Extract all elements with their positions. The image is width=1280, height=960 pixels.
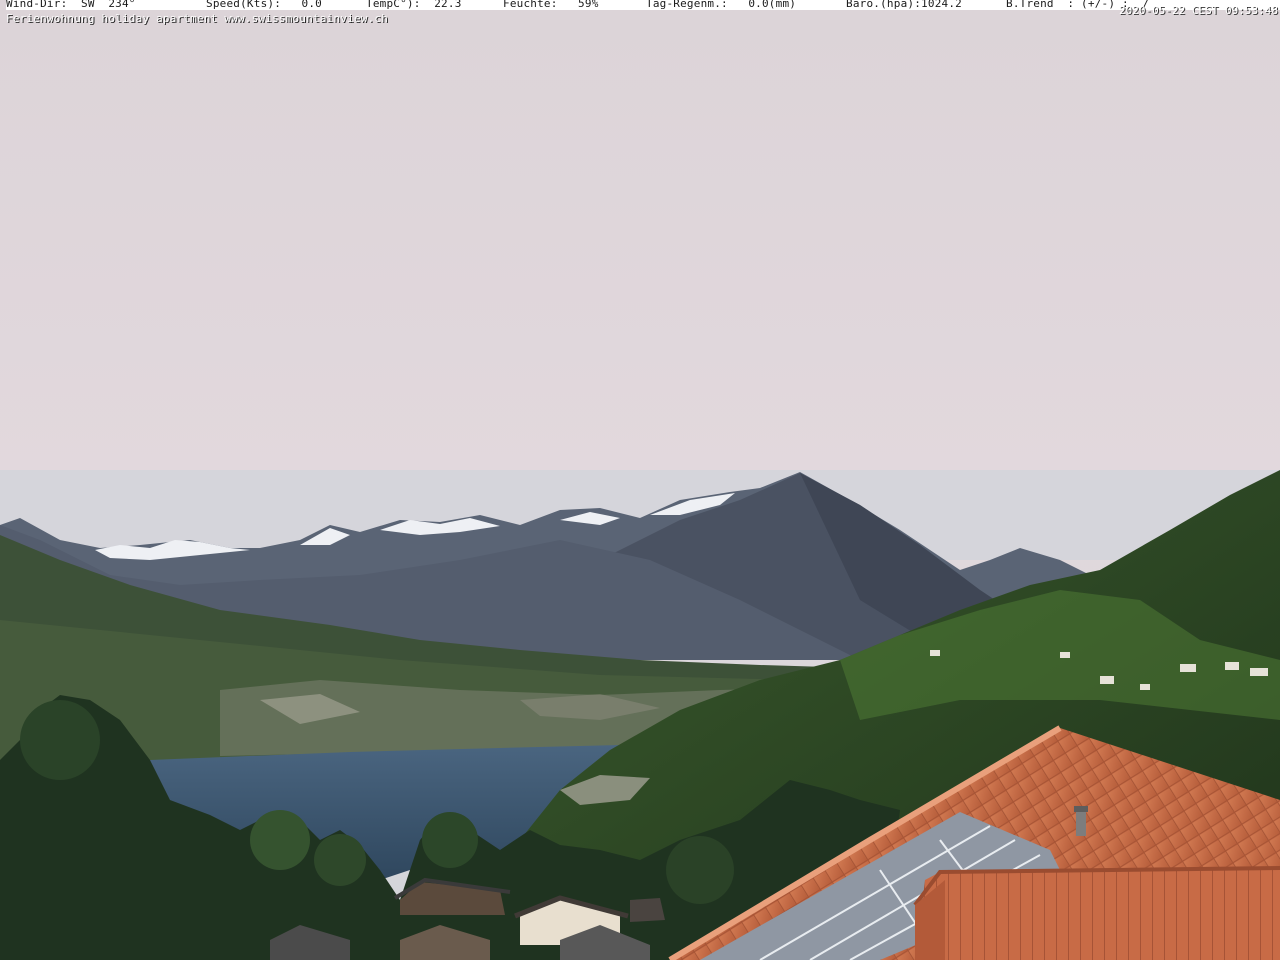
chimney (1076, 810, 1086, 836)
caption: Ferienwohnung holiday apartment www.swis… (6, 12, 389, 25)
wind-speed: Speed(Kts): 0.0 (206, 0, 322, 10)
humidity: Feuchte: 59% (503, 0, 599, 10)
webcam-landscape-image (0, 0, 1280, 960)
weather-data-bar: Wind-Dir: SW 234° Speed(Kts): 0.0 TempC°… (6, 0, 1280, 10)
wind-direction: Wind-Dir: SW 234° (6, 0, 136, 10)
temperature: TempC°): 22.3 (366, 0, 462, 10)
barometer: Baro.(hpa):1024.2 (846, 0, 962, 10)
daily-rain: Tag-Regenm.: 0.0(mm) (646, 0, 797, 10)
timestamp: 2020-05-22 CEST 09:53:48 (1119, 4, 1278, 17)
lower-roof (915, 868, 1280, 960)
